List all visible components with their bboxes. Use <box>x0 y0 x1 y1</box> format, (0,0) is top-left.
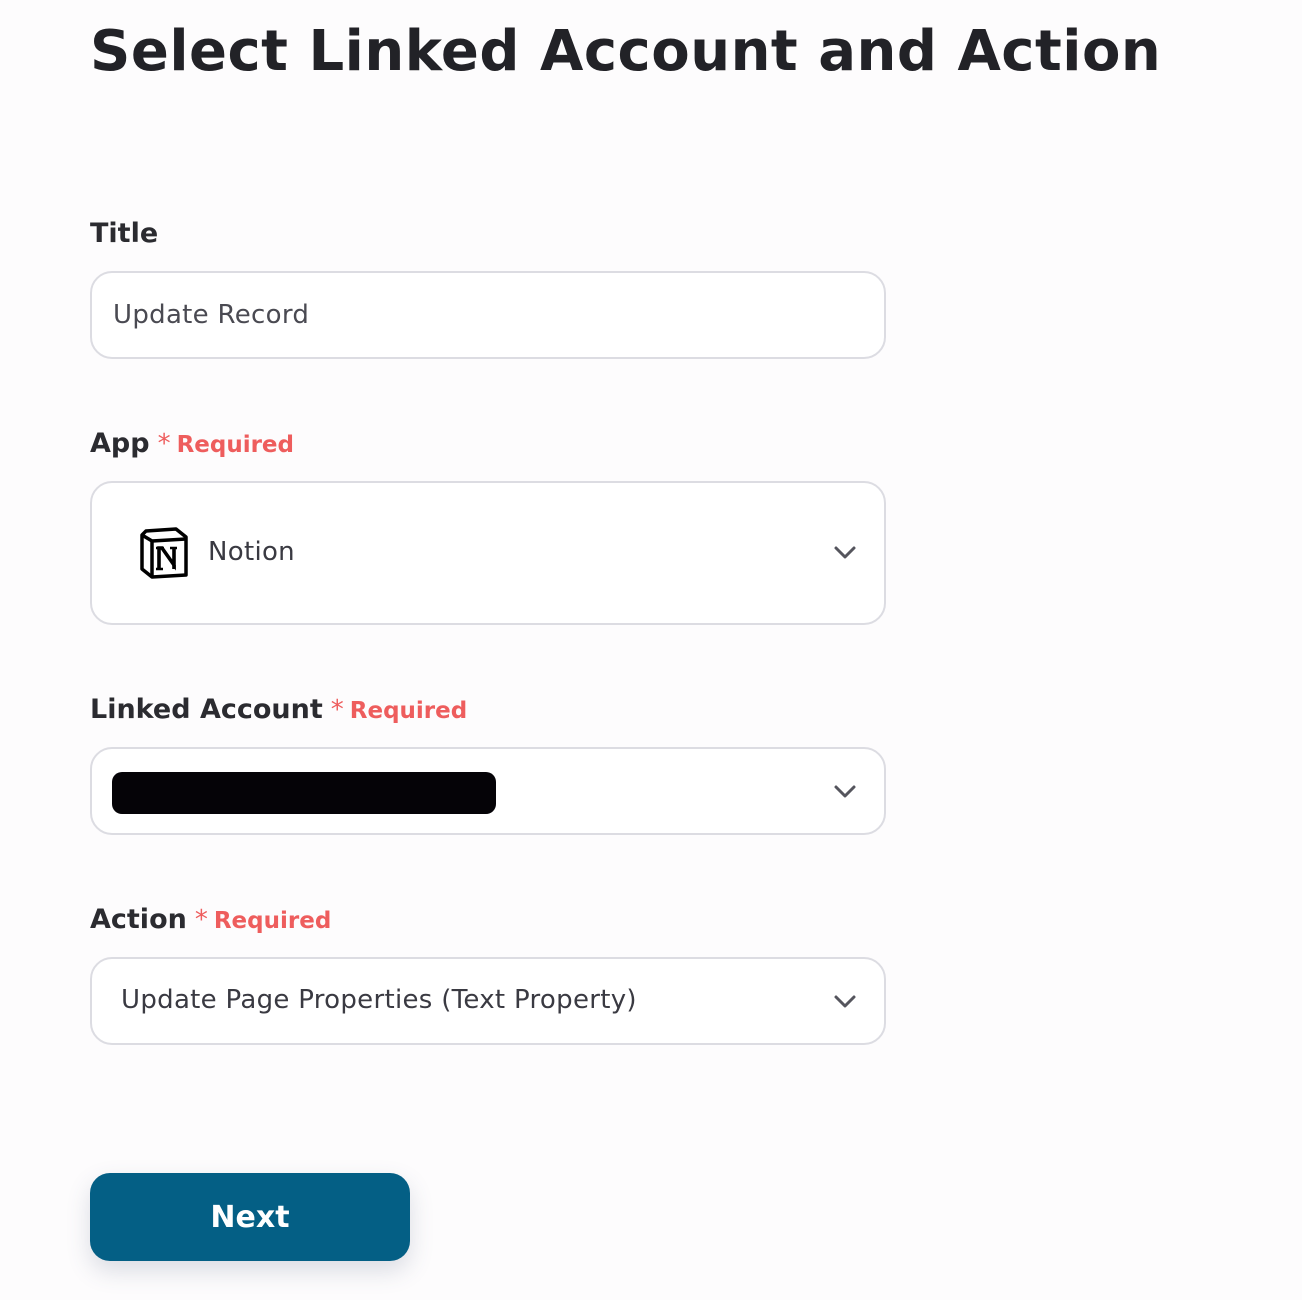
app-label-text: App <box>90 428 150 459</box>
required-asterisk: * <box>157 429 171 459</box>
chevron-down-icon <box>834 546 856 559</box>
required-text: Required <box>176 432 294 458</box>
title-input[interactable] <box>92 299 855 331</box>
linked-account-label: Linked Account * Required <box>90 692 467 729</box>
app-label: App * Required <box>90 426 294 463</box>
app-select[interactable]: Notion <box>90 481 886 625</box>
required-text: Required <box>349 698 468 724</box>
title-field[interactable] <box>90 271 886 359</box>
required-asterisk: * <box>194 905 208 935</box>
app-selected-value: Notion <box>208 537 295 567</box>
chevron-down-icon <box>834 785 856 798</box>
notion-logo-icon <box>140 527 188 579</box>
action-label-text: Action <box>90 904 187 935</box>
next-button[interactable]: Next <box>90 1173 410 1261</box>
action-selected-value: Update Page Properties (Text Property) <box>121 985 637 1015</box>
title-label-text: Title <box>90 218 159 249</box>
action-select[interactable]: Update Page Properties (Text Property) <box>90 957 886 1045</box>
required-asterisk: * <box>330 695 344 725</box>
linked-account-select[interactable] <box>90 747 886 835</box>
required-text: Required <box>213 908 332 934</box>
linked-account-label-text: Linked Account <box>90 694 323 725</box>
redacted-account-value <box>112 772 496 814</box>
action-label: Action * Required <box>90 902 331 939</box>
page-title: Select Linked Account and Action <box>90 19 1162 84</box>
title-label: Title <box>90 216 158 252</box>
chevron-down-icon <box>834 995 856 1008</box>
